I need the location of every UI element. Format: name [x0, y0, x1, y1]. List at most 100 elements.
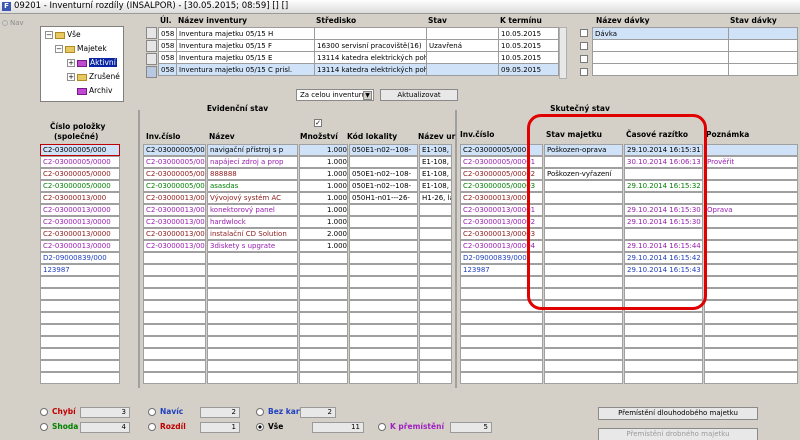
batch-checkboxes[interactable] [580, 29, 588, 76]
table-cell[interactable] [299, 276, 348, 288]
table-cell[interactable] [544, 324, 623, 336]
list-item[interactable]: C2-03000005/0000 [40, 156, 120, 168]
table-cell[interactable] [207, 324, 298, 336]
table-cell[interactable]: C2-03000013/00001 [143, 204, 206, 216]
list-item[interactable] [40, 276, 120, 288]
table-cell[interactable] [419, 204, 452, 216]
table-cell[interactable] [704, 312, 798, 324]
table-cell[interactable] [624, 372, 703, 384]
table-cell[interactable]: C2-03000013/00003 [143, 228, 206, 240]
list-item[interactable] [40, 300, 120, 312]
list-item[interactable] [40, 360, 120, 372]
list-item[interactable] [40, 336, 120, 348]
list-item[interactable]: 123987 [40, 264, 120, 276]
table-cell[interactable] [419, 360, 452, 372]
table-cell[interactable]: E1-108, l [419, 156, 452, 168]
table-cell[interactable] [419, 372, 452, 384]
table-cell[interactable] [143, 312, 206, 324]
batch-checkbox[interactable] [580, 55, 588, 63]
table-cell[interactable] [544, 372, 623, 384]
expand-icon[interactable]: + [67, 59, 75, 67]
table-cell[interactable]: 1.000 [299, 168, 348, 180]
list-item[interactable]: C2-03000013/0000 [40, 240, 120, 252]
row-selectors[interactable] [146, 27, 157, 78]
list-item[interactable] [40, 324, 120, 336]
table-cell[interactable] [299, 372, 348, 384]
collapse-icon[interactable]: − [55, 45, 63, 53]
table-cell[interactable] [544, 348, 623, 360]
tree-item-cancelled[interactable]: + Zrušené [67, 71, 120, 83]
table-cell[interactable] [419, 228, 452, 240]
table-cell[interactable] [704, 216, 798, 228]
scope-select[interactable]: Za celou inventuru ▼ [296, 89, 374, 101]
table-cell[interactable] [143, 252, 206, 264]
list-item[interactable]: D2-09000839/000 [40, 252, 120, 264]
filter-radio[interactable] [256, 408, 264, 416]
table-cell[interactable] [349, 216, 418, 228]
table-cell[interactable]: 1.000 [299, 192, 348, 204]
table-cell[interactable] [207, 276, 298, 288]
table-cell[interactable] [207, 372, 298, 384]
list-item[interactable] [40, 372, 120, 384]
list-item[interactable]: C2-03000013/000 [40, 192, 120, 204]
batch-checkbox[interactable] [580, 68, 588, 76]
list-item[interactable]: C2-03000013/0000 [40, 216, 120, 228]
table-cell[interactable]: Prověřit [704, 156, 798, 168]
table-cell[interactable] [704, 300, 798, 312]
table-cell[interactable]: 1.000 [299, 240, 348, 252]
collapse-icon[interactable]: − [45, 31, 53, 39]
row-selector[interactable] [146, 40, 157, 52]
table-cell[interactable] [299, 324, 348, 336]
table-cell[interactable]: instalační CD Solution [207, 228, 298, 240]
table-cell[interactable]: C2-03000005/00003 [143, 180, 206, 192]
list-item[interactable]: C2-03000005/0000 [40, 168, 120, 180]
table-cell[interactable] [704, 180, 798, 192]
table-cell[interactable] [143, 372, 206, 384]
table-cell[interactable] [207, 252, 298, 264]
table-cell[interactable] [207, 348, 298, 360]
table-cell[interactable] [460, 372, 543, 384]
row-selector[interactable] [146, 66, 157, 78]
table-cell[interactable]: 050E1-n02--108- [349, 180, 418, 192]
table-cell[interactable] [704, 252, 798, 264]
refresh-button[interactable]: Aktualizovat [380, 89, 458, 101]
table-cell[interactable] [704, 324, 798, 336]
list-item[interactable]: C2-03000005/000 [40, 144, 120, 156]
table-cell[interactable]: E1-108, l [419, 180, 452, 192]
table-cell[interactable]: 1.000 [299, 144, 348, 156]
table-cell[interactable]: 1.000 [299, 216, 348, 228]
table-cell[interactable] [419, 288, 452, 300]
table-cell[interactable] [299, 300, 348, 312]
table-cell[interactable]: 888888 [207, 168, 298, 180]
table-cell[interactable]: C2-03000013/00004 [143, 240, 206, 252]
list-item[interactable]: C2-03000005/0000 [40, 180, 120, 192]
table-cell[interactable] [704, 192, 798, 204]
table-row[interactable] [592, 51, 798, 64]
table-cell[interactable]: konektorový panel [207, 204, 298, 216]
table-cell[interactable] [143, 264, 206, 276]
table-row[interactable]: Dávka [592, 27, 798, 40]
list-item[interactable]: C2-03000013/0000 [40, 228, 120, 240]
filter-radio[interactable] [256, 423, 264, 431]
table-cell[interactable] [349, 264, 418, 276]
table-cell[interactable] [704, 372, 798, 384]
filter-radio[interactable] [378, 423, 386, 431]
chevron-down-icon[interactable]: ▼ [363, 91, 372, 100]
table-cell[interactable] [349, 276, 418, 288]
table-cell[interactable]: 050E1-n02--108- [349, 144, 418, 156]
table-cell[interactable]: 2.000 [299, 228, 348, 240]
tree-item-all[interactable]: − Vše [45, 29, 81, 41]
table-cell[interactable] [624, 348, 703, 360]
table-cell[interactable]: C2-03000013/000 [143, 192, 206, 204]
table-cell[interactable] [544, 312, 623, 324]
table-cell[interactable]: C2-03000013/00002 [143, 216, 206, 228]
table-cell[interactable]: hardwlock [207, 216, 298, 228]
table-cell[interactable] [207, 300, 298, 312]
table-row-selected[interactable]: 058 Inventura majetku 05/15 C prisl. 13114… [158, 63, 559, 76]
table-cell[interactable] [704, 240, 798, 252]
table-cell[interactable] [207, 264, 298, 276]
table-cell[interactable] [349, 288, 418, 300]
batch-checkbox[interactable] [580, 42, 588, 50]
table-cell[interactable] [624, 312, 703, 324]
nav-label[interactable]: Nav [2, 19, 24, 27]
